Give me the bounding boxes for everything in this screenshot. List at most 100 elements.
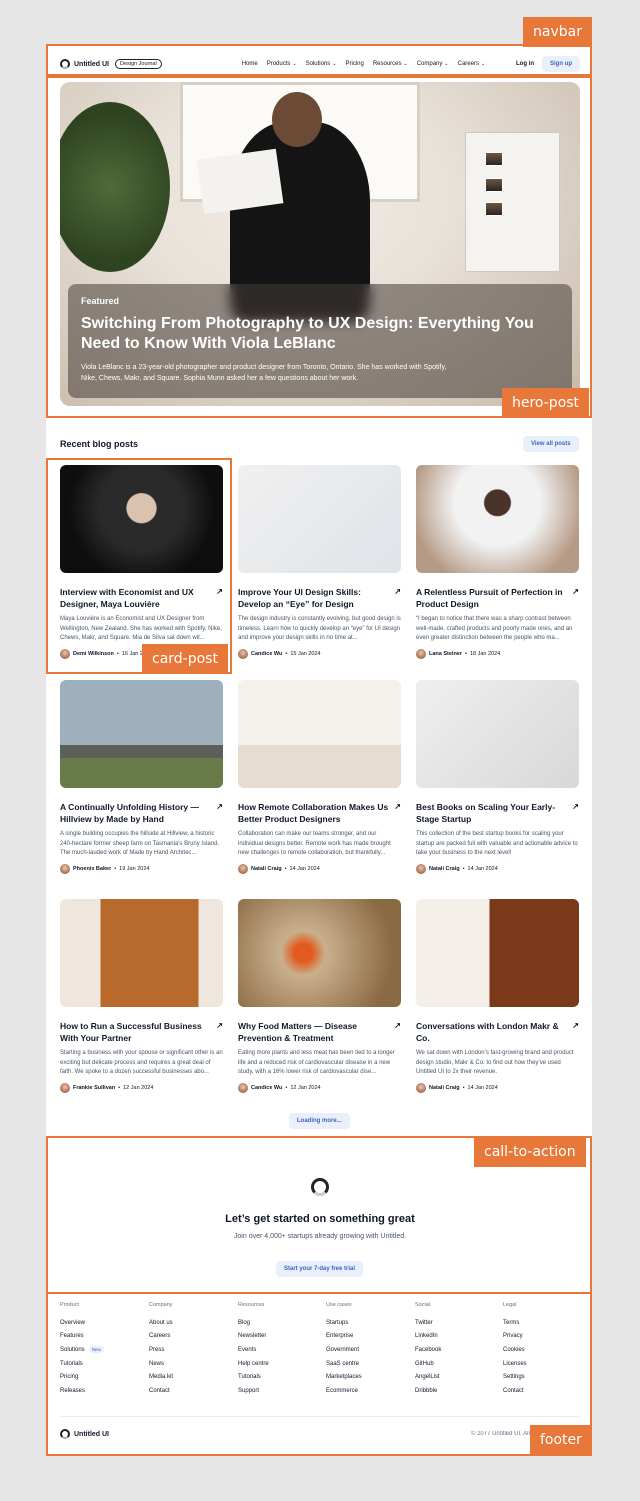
card-thumbnail[interactable] <box>238 680 401 788</box>
footer-link[interactable]: Overview <box>60 1316 140 1330</box>
footer-link[interactable]: LinkedIn <box>415 1330 495 1344</box>
footer-logo[interactable]: Untitled UI <box>60 1429 109 1439</box>
bullet-separator: • <box>465 651 467 657</box>
card-post[interactable]: Conversations with London Makr & Co. ↗ W… <box>416 899 579 1093</box>
view-all-button[interactable]: View all posts <box>523 436 579 452</box>
navbar: Untitled UI Design Journal Home Products… <box>60 54 580 74</box>
footer-link-label: Enterprise <box>326 1333 354 1340</box>
card-thumbnail[interactable] <box>238 899 401 1007</box>
arrow-up-right-icon[interactable]: ↗ <box>394 586 401 610</box>
signup-button[interactable]: Sign up <box>542 56 580 72</box>
arrow-up-right-icon[interactable]: ↗ <box>394 801 401 825</box>
footer-link[interactable]: Tutorials <box>60 1357 140 1371</box>
card-title[interactable]: A Continually Unfolding History — Hillvi… <box>60 801 212 825</box>
arrow-up-right-icon[interactable]: ↗ <box>216 1020 223 1044</box>
arrow-up-right-icon[interactable]: ↗ <box>572 1020 579 1044</box>
footer-link[interactable]: Tutorials <box>238 1370 318 1384</box>
footer-link[interactable]: Careers <box>149 1330 229 1344</box>
footer-link[interactable]: Releases <box>60 1384 140 1398</box>
footer-link[interactable]: Blog <box>238 1316 318 1330</box>
nav-home[interactable]: Home <box>242 61 258 67</box>
brand-logo[interactable]: Untitled UI Design Journal <box>60 59 162 69</box>
footer-link[interactable]: Settings <box>503 1370 583 1384</box>
card-title[interactable]: A Relentless Pursuit of Perfection in Pr… <box>416 586 568 610</box>
arrow-up-right-icon[interactable]: ↗ <box>572 801 579 825</box>
footer-link[interactable]: Contact <box>149 1384 229 1398</box>
footer-link[interactable]: SaaS centre <box>326 1357 406 1371</box>
card-title[interactable]: Conversations with London Makr & Co. <box>416 1020 568 1044</box>
footer-link[interactable]: Government <box>326 1343 406 1357</box>
free-trial-button[interactable]: Start your 7-day free trial <box>276 1261 364 1277</box>
footer-link[interactable]: AngelList <box>415 1370 495 1384</box>
card-title-row: Best Books on Scaling Your Early-Stage S… <box>416 801 579 825</box>
chevron-down-icon: ⌄ <box>444 61 449 67</box>
card-excerpt: Collaboration can make our teams stronge… <box>238 831 391 856</box>
card-thumbnail[interactable] <box>416 680 579 788</box>
card-thumbnail[interactable] <box>416 899 579 1007</box>
footer-link[interactable]: Terms <box>503 1316 583 1330</box>
footer-link[interactable]: Support <box>238 1384 318 1398</box>
card-post[interactable]: Improve Your UI Design Skills: Develop a… <box>238 465 401 659</box>
footer-link[interactable]: Startups <box>326 1316 406 1330</box>
footer-link[interactable]: Media kit <box>149 1370 229 1384</box>
footer-link[interactable]: Enterprise <box>326 1330 406 1344</box>
card-post[interactable]: Best Books on Scaling Your Early-Stage S… <box>416 680 579 874</box>
card-post[interactable]: A Relentless Pursuit of Perfection in Pr… <box>416 465 579 659</box>
footer-link[interactable]: Facebook <box>415 1343 495 1357</box>
footer-link[interactable]: Press <box>149 1343 229 1357</box>
footer-link[interactable]: Events <box>238 1343 318 1357</box>
footer-link[interactable]: Cookies <box>503 1343 583 1357</box>
footer-link[interactable]: News <box>149 1357 229 1371</box>
footer-link-label: Privacy <box>503 1333 523 1340</box>
nav-pricing[interactable]: Pricing <box>345 61 363 67</box>
login-link[interactable]: Log in <box>516 61 534 67</box>
footer-link-label: Releases <box>60 1387 86 1394</box>
card-thumbnail[interactable] <box>238 465 401 573</box>
hero-title[interactable]: Switching From Photography to UX Design:… <box>81 314 559 354</box>
footer-link[interactable]: Features <box>60 1330 140 1344</box>
card-post[interactable]: A Continually Unfolding History — Hillvi… <box>60 680 223 874</box>
card-title[interactable]: How to Run a Successful Business With Yo… <box>60 1020 212 1044</box>
footer-link[interactable]: About us <box>149 1316 229 1330</box>
card-post[interactable]: Why Food Matters — Disease Prevention & … <box>238 899 401 1093</box>
footer-link[interactable]: Privacy <box>503 1330 583 1344</box>
card-post[interactable]: How Remote Collaboration Makes Us Better… <box>238 680 401 874</box>
nav-resources[interactable]: Resources ⌄ <box>373 61 408 67</box>
card-thumbnail[interactable] <box>60 680 223 788</box>
footer-link[interactable]: Newsletter <box>238 1330 318 1344</box>
footer-link-label: SaaS centre <box>326 1360 360 1367</box>
footer-link[interactable]: Twitter <box>415 1316 495 1330</box>
nav-resources-label: Resources <box>372 61 402 67</box>
footer-link-label: Dribbble <box>415 1387 438 1394</box>
card-thumbnail[interactable] <box>60 899 223 1007</box>
bullet-separator: • <box>284 866 287 872</box>
footer-link[interactable]: Contact <box>503 1384 583 1398</box>
card-title[interactable]: Why Food Matters — Disease Prevention & … <box>238 1020 390 1044</box>
footer-link[interactable]: Marketplaces <box>326 1370 406 1384</box>
footer-link[interactable]: Solutions New <box>60 1343 140 1357</box>
footer-link[interactable]: Dribbble <box>415 1384 495 1398</box>
footer-link[interactable]: Help centre <box>238 1357 318 1371</box>
hero-plant <box>60 102 170 272</box>
card-thumbnail[interactable] <box>416 465 579 573</box>
nav-careers[interactable]: Careers ⌄ <box>458 61 486 67</box>
arrow-up-right-icon[interactable]: ↗ <box>394 1020 401 1044</box>
load-more-button[interactable]: Loading more... <box>289 1113 350 1129</box>
hero-post[interactable]: Featured Switching From Photography to U… <box>60 82 580 406</box>
footer-link[interactable]: GitHub <box>415 1357 495 1371</box>
card-excerpt: The design industry is constantly evolvi… <box>238 616 401 641</box>
nav-solutions[interactable]: Solutions ⌄ <box>306 61 337 67</box>
card-author: Frankie Sullivan <box>73 1085 116 1091</box>
card-post[interactable]: How to Run a Successful Business With Yo… <box>60 899 223 1093</box>
card-title[interactable]: Improve Your UI Design Skills: Develop a… <box>238 586 390 610</box>
card-title[interactable]: Best Books on Scaling Your Early-Stage S… <box>416 801 568 825</box>
card-meta: Frankie Sullivan • 12 Jan 2024 <box>60 1083 223 1093</box>
nav-products[interactable]: Products ⌄ <box>267 61 297 67</box>
footer-link[interactable]: Licenses <box>503 1357 583 1371</box>
footer-link[interactable]: Pricing <box>60 1370 140 1384</box>
nav-company[interactable]: Company ⌄ <box>417 61 449 67</box>
arrow-up-right-icon[interactable]: ↗ <box>216 801 223 825</box>
footer-link[interactable]: Ecommerce <box>326 1384 406 1398</box>
arrow-up-right-icon[interactable]: ↗ <box>572 586 579 610</box>
card-title[interactable]: How Remote Collaboration Makes Us Better… <box>238 801 390 825</box>
